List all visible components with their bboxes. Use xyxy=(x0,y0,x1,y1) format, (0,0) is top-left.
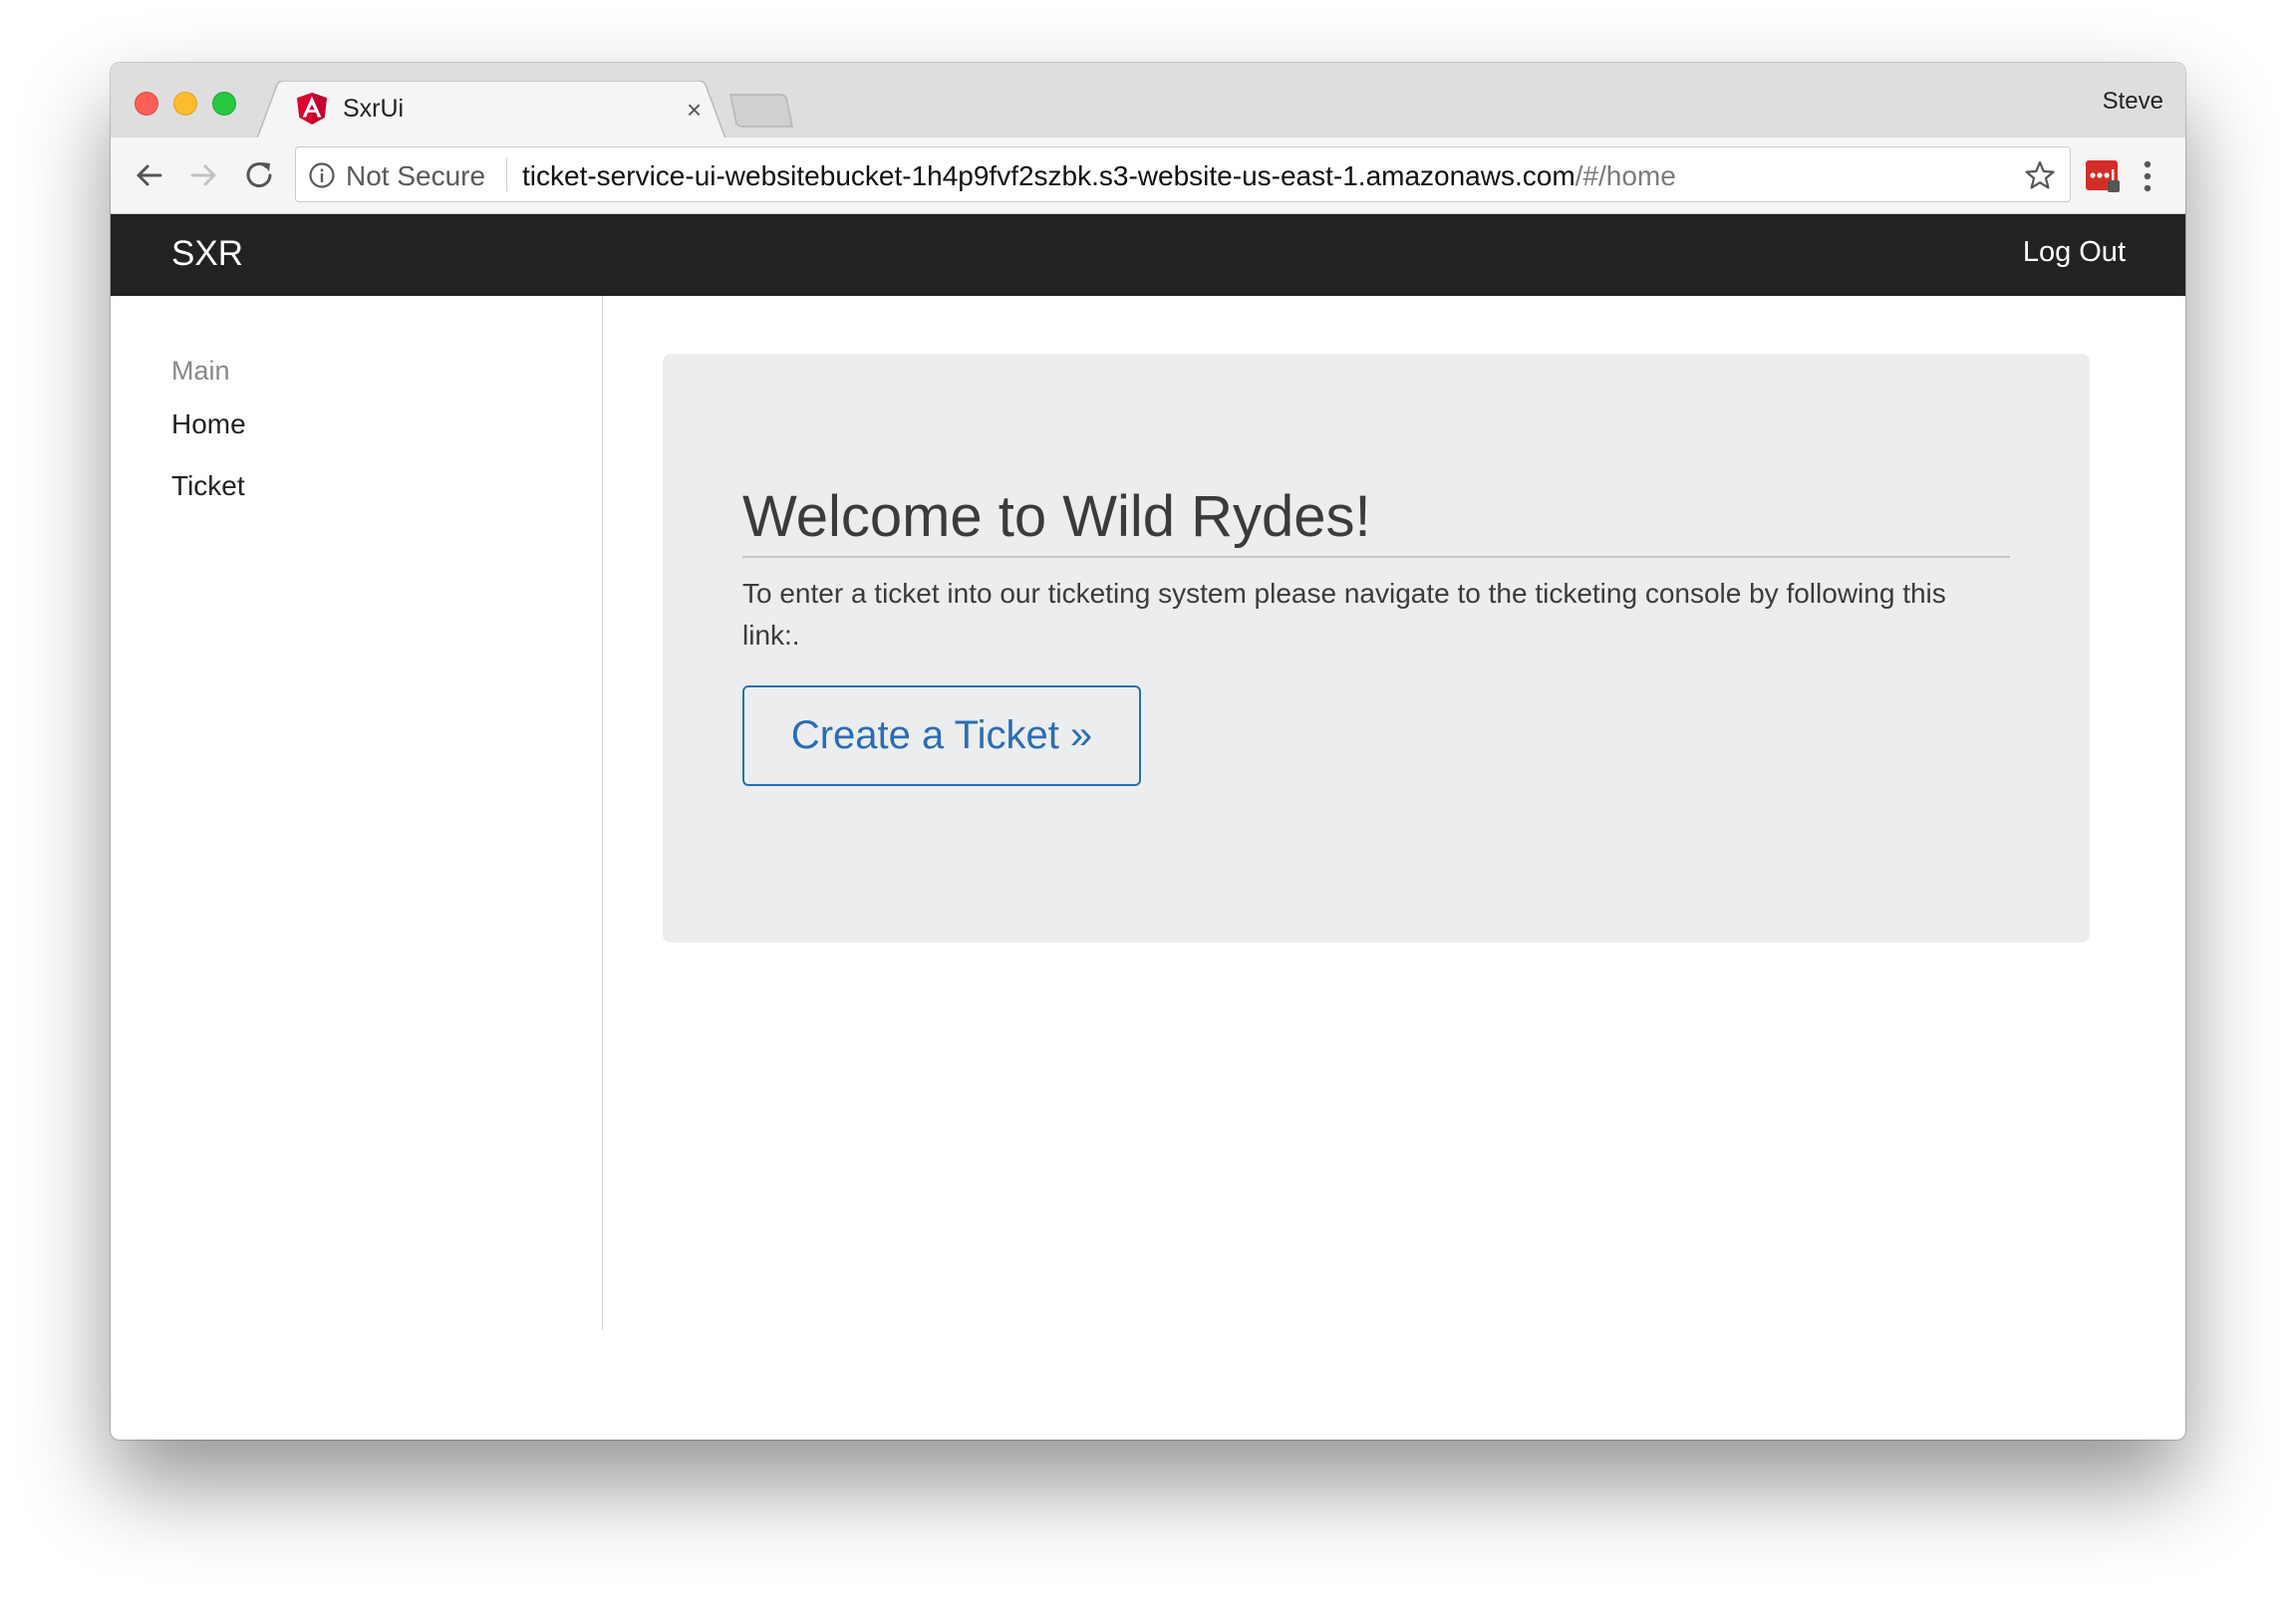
brand-link[interactable]: SXR xyxy=(171,234,243,274)
logout-link[interactable]: Log Out xyxy=(2023,236,2126,269)
tab-close-icon[interactable]: × xyxy=(687,97,702,123)
sidebar-item-ticket[interactable]: Ticket xyxy=(171,470,245,502)
browser-window: SxrUi × Steve Not Secure ticket-service-… xyxy=(111,63,2185,1440)
new-tab-button[interactable] xyxy=(728,94,794,128)
lastpass-icon[interactable] xyxy=(2086,160,2120,192)
sidebar-heading: Main xyxy=(171,356,230,386)
welcome-text: To enter a ticket into our ticketing sys… xyxy=(742,578,1946,651)
app-navbar: SXR Log Out xyxy=(111,214,2185,296)
browser-toolbar: Not Secure ticket-service-ui-websitebuck… xyxy=(111,137,2185,214)
profile-name[interactable]: Steve xyxy=(2103,88,2163,116)
arrow-right-icon[interactable] xyxy=(186,157,222,193)
reload-icon[interactable] xyxy=(241,157,277,193)
tab-title: SxrUi xyxy=(343,95,405,123)
tab-shape xyxy=(257,81,725,138)
create-ticket-button[interactable]: Create a Ticket » xyxy=(742,685,1141,786)
page-title: Welcome to Wild Rydes! xyxy=(742,484,1371,549)
title-divider xyxy=(742,556,2010,558)
kebab-menu-icon[interactable] xyxy=(2142,159,2153,193)
security-label[interactable]: Not Secure xyxy=(346,160,485,192)
arrow-left-icon[interactable] xyxy=(131,157,166,193)
star-icon[interactable] xyxy=(2024,159,2056,191)
url-host: ticket-service-ui-websitebucket-1h4p9fvf… xyxy=(522,160,1576,191)
info-icon[interactable] xyxy=(308,161,336,189)
minimize-window-button[interactable] xyxy=(173,92,197,116)
browser-tab[interactable]: SxrUi × xyxy=(257,81,725,138)
close-window-button[interactable] xyxy=(135,92,158,116)
url-path: /#/home xyxy=(1575,160,1676,191)
title-bar: SxrUi × Steve xyxy=(111,63,2185,138)
address-divider xyxy=(506,157,507,191)
angular-logo-icon xyxy=(297,93,327,125)
url-text[interactable]: ticket-service-ui-websitebucket-1h4p9fvf… xyxy=(522,160,1676,192)
zoom-window-button[interactable] xyxy=(212,92,236,116)
welcome-panel: Welcome to Wild Rydes! To enter a ticket… xyxy=(663,354,2090,942)
sidebar: Main Home Ticket xyxy=(111,296,603,1330)
address-bar[interactable]: Not Secure ticket-service-ui-websitebuck… xyxy=(295,146,2071,202)
sidebar-item-home[interactable]: Home xyxy=(171,408,246,440)
